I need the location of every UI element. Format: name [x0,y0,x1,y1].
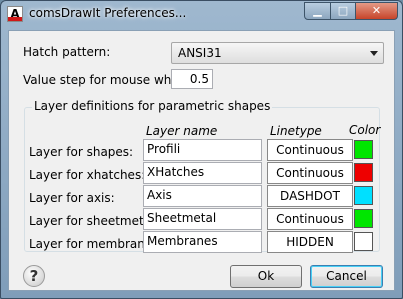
hatch-pattern-dropdown[interactable]: ANSI31 [171,42,384,64]
close-icon: ✕ [371,4,382,17]
title-bar[interactable]: A comsDrawIt Preferences... ▁ □ ✕ [1,1,402,29]
autocad-app-icon: A [7,6,23,22]
minimize-button[interactable]: ▁ [304,2,331,20]
linetype-selector[interactable]: DASHDOT [267,185,353,207]
linetype-header: Linetype [270,124,322,138]
maximize-icon: □ [337,4,349,17]
layer-name-input[interactable]: Sheetmetal [143,208,262,230]
color-swatch[interactable] [354,163,373,182]
color-swatch[interactable] [354,140,373,159]
dialog-client-area: Hatch pattern: ANSI31 Value step for mou… [8,30,395,291]
linetype-selector[interactable]: HIDDEN [267,231,353,253]
color-swatch[interactable] [354,186,373,205]
ok-button[interactable]: Ok [230,265,302,288]
hatch-pattern-label: Hatch pattern: [23,45,111,59]
close-button[interactable]: ✕ [355,2,398,20]
color-swatch[interactable] [354,232,373,251]
app-icon-stripe [8,17,22,21]
minimize-icon: ▁ [313,4,322,17]
layer-name-input[interactable]: Profili [143,139,262,161]
linetype-selector[interactable]: Continuous [267,162,353,184]
maximize-button[interactable]: □ [330,2,356,20]
color-swatch[interactable] [354,209,373,228]
layer-row-label: Layer for xhatches: [29,168,146,182]
help-button[interactable]: ? [23,265,45,287]
layer-name-input[interactable]: Membranes [143,231,262,253]
dialog-window: A comsDrawIt Preferences... ▁ □ ✕ Hatch … [0,0,403,299]
linetype-selector[interactable]: Continuous [267,208,353,230]
hatch-pattern-value: ANSI31 [178,46,222,60]
layer-name-input[interactable]: XHatches [143,162,262,184]
chevron-down-icon [370,51,378,56]
window-title: comsDrawIt Preferences... [29,6,187,20]
value-step-input[interactable]: 0.5 [171,69,213,89]
layer-row-label: Layer for axis: [29,191,115,205]
value-step-label: Value step for mouse wheel: [23,73,194,87]
layer-row-label: Layer for shapes: [29,145,134,159]
layer-name-header: Layer name [146,124,218,138]
layer-name-input[interactable]: Axis [143,185,262,207]
layer-row-label: Layer for sheetmetal: [29,214,159,228]
cancel-button[interactable]: Cancel [310,265,383,288]
group-title: Layer definitions for parametric shapes [32,99,273,113]
linetype-selector[interactable]: Continuous [267,139,353,161]
color-header: Color [349,123,381,137]
help-icon: ? [29,267,39,285]
